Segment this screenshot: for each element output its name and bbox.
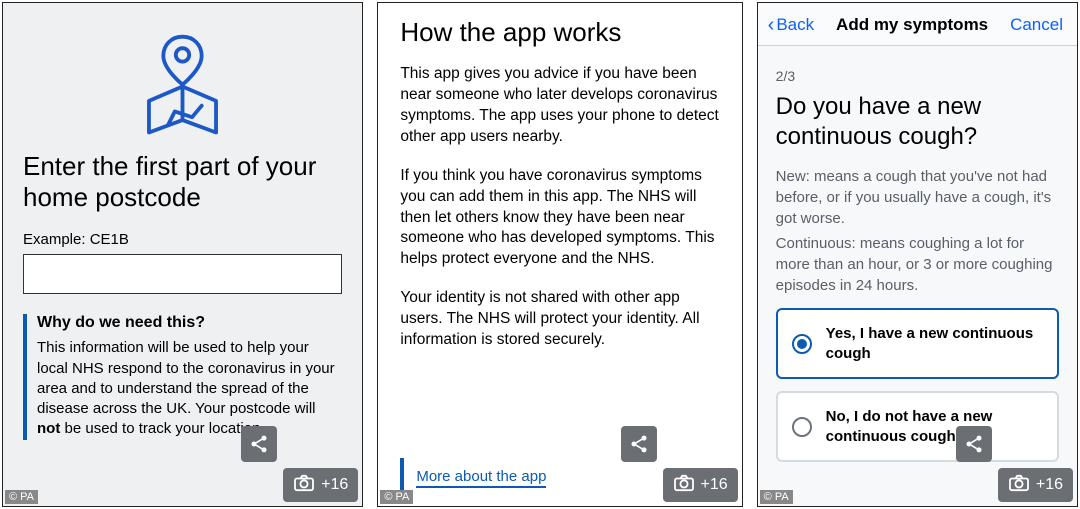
location-map-icon (23, 21, 342, 151)
progress-indicator: 2/3 (776, 68, 1059, 84)
image-credit: © PA (5, 490, 38, 504)
info-text-post: be used to track your location. (60, 420, 264, 437)
gallery-count: +16 (1036, 476, 1063, 494)
camera-icon (673, 474, 695, 497)
cancel-button[interactable]: Cancel (1010, 15, 1063, 35)
gallery-button[interactable]: +16 (663, 468, 738, 502)
image-credit: © PA (380, 490, 413, 504)
how-para-2: If you think you have coronavirus sympto… (400, 166, 719, 271)
info-text-bold: not (37, 420, 60, 437)
camera-icon (293, 474, 315, 497)
definition-new: New: means a cough that you've not had b… (776, 166, 1059, 229)
postcode-info-title: Why do we need this? (37, 314, 342, 332)
postcode-info-text: This information will be used to help yo… (37, 338, 342, 439)
gallery-button[interactable]: +16 (998, 468, 1073, 502)
how-para-1: This app gives you advice if you have be… (400, 64, 719, 148)
radio-unselected-icon (792, 417, 812, 437)
option-yes-label: Yes, I have a new continuous cough (826, 324, 1043, 363)
chevron-left-icon: ‹ (768, 15, 775, 35)
screen-postcode: Enter the first part of your home postco… (2, 2, 363, 507)
back-label: Back (776, 15, 814, 35)
radio-selected-icon (792, 334, 812, 354)
gallery-count: +16 (701, 476, 728, 494)
question-heading: Do you have a new continuous cough? (776, 92, 1059, 152)
postcode-info-box: Why do we need this? This information wi… (23, 314, 342, 439)
postcode-input[interactable] (23, 254, 342, 294)
how-para-3: Your identity is not shared with other a… (400, 288, 719, 351)
how-heading: How the app works (400, 17, 719, 48)
nav-title: Add my symptoms (836, 15, 988, 35)
screen-how-it-works: How the app works This app gives you adv… (377, 2, 742, 507)
camera-icon (1008, 474, 1030, 497)
definition-continuous: Continuous: means coughing a lot for mor… (776, 233, 1059, 296)
share-button[interactable] (621, 426, 657, 462)
info-text-pre: This information will be used to help yo… (37, 339, 335, 417)
gallery-count: +16 (321, 476, 348, 494)
more-about-app-link[interactable]: More about the app (416, 468, 546, 488)
share-button[interactable] (956, 426, 992, 462)
image-credit: © PA (760, 490, 793, 504)
option-yes[interactable]: Yes, I have a new continuous cough (776, 308, 1059, 379)
screen-symptoms: ‹ Back Add my symptoms Cancel 2/3 Do you… (757, 2, 1078, 507)
nav-bar: ‹ Back Add my symptoms Cancel (758, 3, 1077, 46)
share-button[interactable] (241, 426, 277, 462)
postcode-example-label: Example: CE1B (23, 231, 342, 248)
postcode-heading: Enter the first part of your home postco… (23, 151, 342, 213)
back-button[interactable]: ‹ Back (768, 15, 814, 35)
gallery-button[interactable]: +16 (283, 468, 358, 502)
